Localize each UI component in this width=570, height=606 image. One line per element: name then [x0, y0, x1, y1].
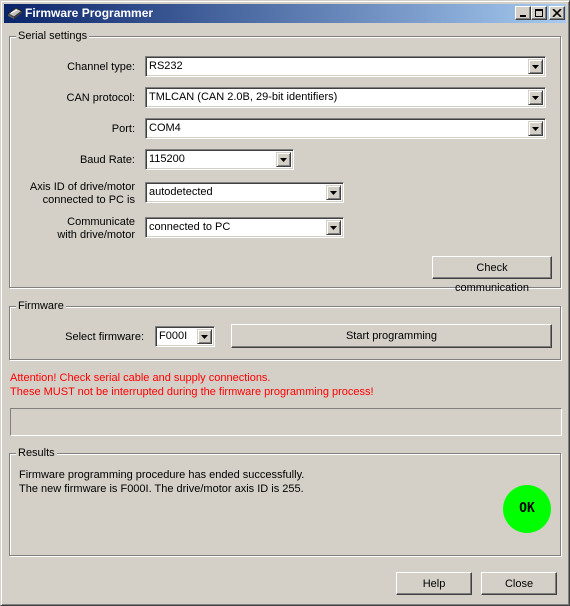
communicate-value: connected to PC: [149, 221, 231, 233]
communicate-select[interactable]: connected to PC: [145, 217, 344, 238]
status-badge: OK: [503, 485, 551, 533]
port-label: Port:: [111, 123, 135, 135]
maximize-button[interactable]: [531, 6, 547, 20]
communicate-dropdown-button[interactable]: [326, 220, 341, 235]
baud-rate-label: Baud Rate:: [79, 154, 135, 166]
chevron-down-icon: [280, 158, 287, 162]
result-message-line-1: Firmware programming procedure has ended…: [19, 469, 305, 481]
close-button[interactable]: Close: [481, 572, 557, 595]
chevron-down-icon: [532, 96, 539, 100]
baud-rate-select[interactable]: 115200: [145, 149, 294, 170]
firmware-group: Firmware Select firmware: F000I Start pr…: [9, 299, 561, 360]
communicate-label: Communicate with drive/motor: [57, 216, 135, 242]
channel-type-label: Channel type:: [67, 61, 135, 73]
firmware-legend: Firmware: [16, 299, 66, 313]
chevron-down-icon: [330, 226, 337, 230]
firmware-programmer-window: Firmware Programmer Serial settings Chan…: [0, 0, 570, 606]
select-firmware-dropdown-button[interactable]: [197, 329, 212, 344]
warning-line-1: Attention! Check serial cable and supply…: [10, 372, 271, 384]
communicate-label-line2: with drive/motor: [57, 229, 135, 241]
programmer-chip-icon: [7, 6, 23, 20]
help-button[interactable]: Help: [396, 572, 472, 595]
axis-id-label-line2: connected to PC is: [42, 194, 135, 206]
serial-settings-group: Serial settings Channel type: RS232 CAN …: [9, 29, 561, 294]
port-value: COM4: [149, 122, 181, 134]
check-communication-button[interactable]: Check communication: [432, 256, 552, 294]
baud-rate-value: 115200: [149, 153, 185, 165]
channel-type-value: RS232: [149, 60, 183, 72]
serial-settings-legend: Serial settings: [16, 29, 90, 43]
start-programming-label: Start programming: [345, 330, 438, 342]
can-protocol-select[interactable]: TMLCAN (CAN 2.0B, 29-bit identifiers): [145, 87, 546, 108]
communicate-label-line1: Communicate: [67, 216, 135, 228]
chevron-down-icon: [201, 335, 208, 339]
close-window-button[interactable]: [549, 6, 565, 20]
select-firmware-label: Select firmware:: [65, 331, 144, 343]
results-group: Results Firmware programming procedure h…: [9, 446, 561, 556]
baud-rate-dropdown-button[interactable]: [276, 152, 291, 167]
minimize-button[interactable]: [515, 6, 531, 20]
can-protocol-dropdown-button[interactable]: [528, 90, 543, 105]
programming-progress-bar: [10, 408, 562, 436]
chevron-down-icon: [330, 191, 337, 195]
window-title: Firmware Programmer: [25, 6, 154, 20]
axis-id-value: autodetected: [149, 186, 213, 198]
check-communication-label: Check communication: [455, 262, 529, 294]
axis-id-label: Axis ID of drive/motor connected to PC i…: [30, 181, 135, 207]
port-dropdown-button[interactable]: [528, 121, 543, 136]
start-programming-button[interactable]: Start programming: [231, 324, 552, 348]
chevron-down-icon: [532, 127, 539, 131]
channel-type-select[interactable]: RS232: [145, 56, 546, 77]
port-select[interactable]: COM4: [145, 118, 546, 139]
channel-type-dropdown-button[interactable]: [528, 59, 543, 74]
maximize-icon: [535, 9, 543, 17]
close-label: Close: [504, 578, 534, 590]
can-protocol-value: TMLCAN (CAN 2.0B, 29-bit identifiers): [149, 91, 338, 103]
title-bar[interactable]: Firmware Programmer: [4, 4, 566, 23]
minimize-icon: [520, 15, 526, 17]
select-firmware-value: F000I: [159, 330, 188, 342]
close-icon: [552, 9, 562, 17]
result-message-line-2: The new firmware is F000I. The drive/mot…: [19, 483, 304, 495]
axis-id-dropdown-button[interactable]: [326, 185, 341, 200]
axis-id-select[interactable]: autodetected: [145, 182, 344, 203]
can-protocol-label: CAN protocol:: [66, 92, 135, 104]
axis-id-label-line1: Axis ID of drive/motor: [29, 181, 135, 193]
help-label: Help: [422, 578, 446, 590]
chevron-down-icon: [532, 65, 539, 69]
results-legend: Results: [16, 446, 57, 460]
select-firmware-select[interactable]: F000I: [155, 326, 215, 347]
warning-line-2: These MUST not be interrupted during the…: [10, 386, 374, 398]
